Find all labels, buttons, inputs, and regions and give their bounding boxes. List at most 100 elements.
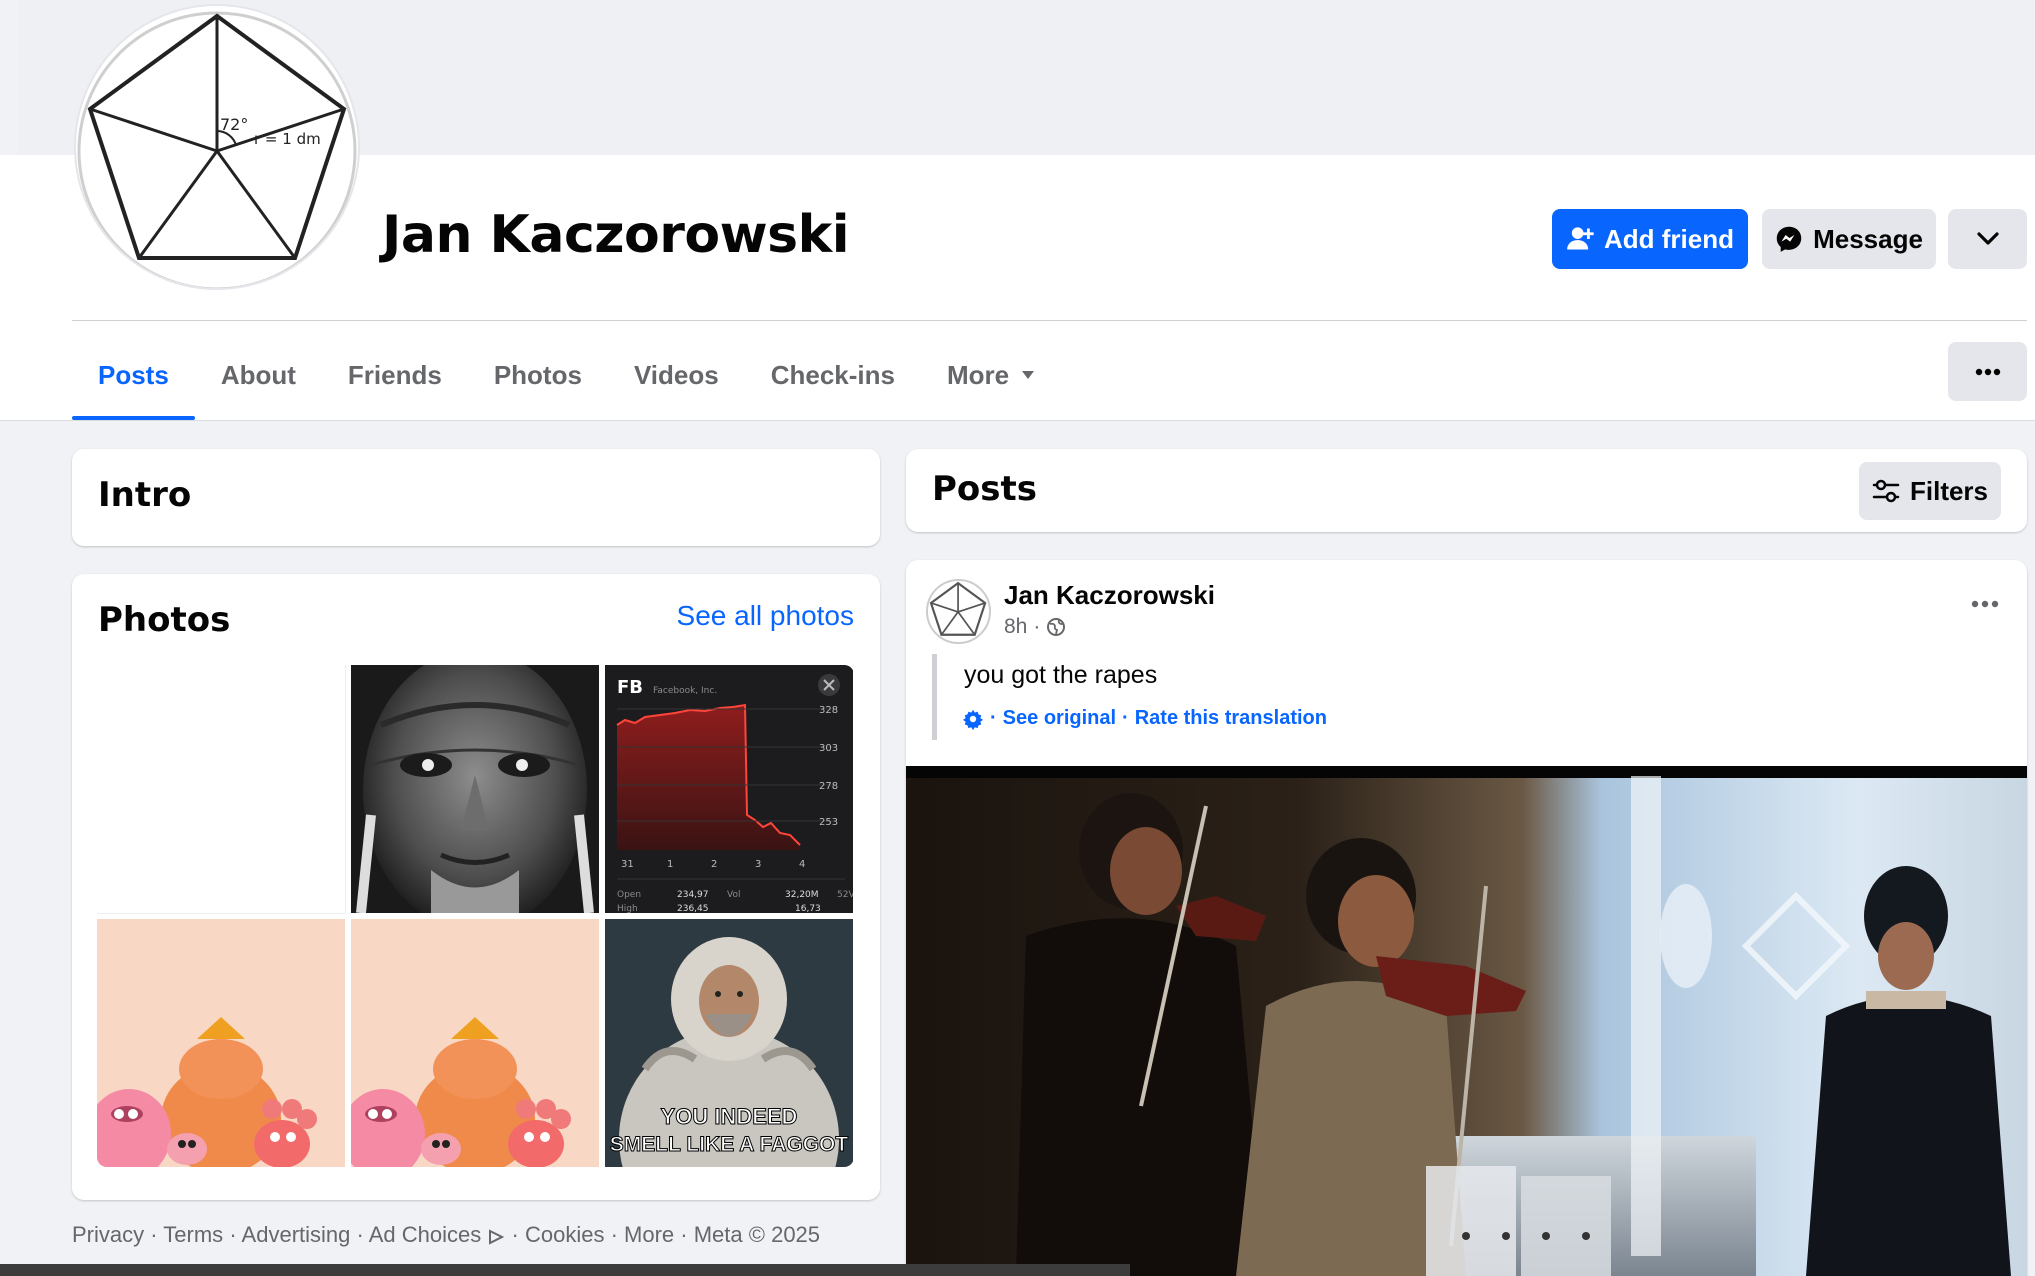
stock-extra: 52V [837, 890, 853, 900]
gear-icon [962, 709, 984, 730]
y-tick: 253 [819, 817, 838, 828]
add-friend-label: Add friend [1604, 223, 1734, 254]
add-person-icon [1567, 227, 1594, 250]
x-tick: 1 [667, 859, 673, 870]
rate-translation-link[interactable]: Rate this translation [1135, 707, 1327, 730]
footer-more-link[interactable]: More [624, 1222, 674, 1247]
chevron-down-icon [1976, 232, 1999, 245]
filter-sliders-icon [1872, 479, 1900, 503]
post-video[interactable] [906, 766, 2027, 1276]
stock-chart-image: FB Facebook, Inc. 328 303 278 253 31 1 2… [605, 665, 853, 913]
stock-extra2: 16,73 [795, 904, 821, 913]
footer-copyright: Meta © 2025 [693, 1222, 821, 1247]
post-author-name[interactable]: Jan Kaczorowski [1004, 580, 1215, 611]
footer-cookies-link[interactable]: Cookies [525, 1222, 604, 1247]
footer-terms-link[interactable]: Terms [163, 1222, 223, 1247]
tab-posts[interactable]: Posts [72, 330, 195, 420]
tab-label: More [946, 359, 1010, 390]
photos-title: Photos [98, 600, 231, 640]
meme-caption-line1: YOU INDEED [661, 1104, 798, 1129]
footer-privacy-link[interactable]: Privacy [72, 1222, 144, 1247]
x-tick: 4 [799, 859, 805, 870]
tab-photos[interactable]: Photos [468, 330, 608, 420]
message-label: Message [1813, 223, 1923, 254]
ellipsis-icon [1975, 368, 2000, 375]
tab-videos[interactable]: Videos [608, 330, 745, 420]
stock-high-value: 236,45 [677, 904, 709, 913]
clay-characters-image [97, 919, 345, 1167]
intro-card: Intro [72, 449, 880, 546]
tab-check-ins[interactable]: Check-ins [745, 330, 921, 420]
posts-header-card: Posts Filters [906, 449, 2027, 532]
violinists-video-frame [906, 766, 2027, 1276]
y-tick: 278 [819, 781, 838, 792]
footer-sep: · [610, 1222, 618, 1247]
photo-grid: FB Facebook, Inc. 328 303 278 253 31 1 2… [97, 665, 854, 1167]
meme-caption-line2: SMELL LIKE A FAGGOT [610, 1133, 849, 1156]
ad-choices-icon [489, 1229, 505, 1245]
tab-label: Check-ins [770, 359, 895, 390]
mummy-face-image [351, 665, 599, 913]
clay-characters-image [351, 919, 599, 1167]
footer-sep: · [356, 1222, 364, 1247]
photo-thumbnail-clay-2[interactable] [351, 919, 599, 1167]
x-tick: 31 [621, 859, 634, 870]
y-tick: 303 [819, 743, 838, 754]
tab-more[interactable]: More [921, 330, 1061, 420]
tab-friends[interactable]: Friends [322, 330, 468, 420]
profile-name: Jan Kaczorowski [382, 205, 850, 265]
post-options-button[interactable] [1963, 582, 2007, 626]
profile-more-options-button[interactable] [1948, 342, 2027, 401]
pentagon-drawing: 72° r = 1 dm [77, 11, 357, 288]
filters-button[interactable]: Filters [1859, 462, 2001, 520]
footer-ad-choices-link[interactable]: Ad Choices [369, 1222, 482, 1247]
globe-icon[interactable] [1046, 617, 1066, 637]
photo-thumbnail-meme[interactable]: YOU INDEED SMELL LIKE A FAGGOT [605, 919, 853, 1167]
pentagon-avatar-icon [929, 581, 987, 636]
angle-label: 72° [220, 115, 248, 134]
caret-down-icon [1022, 371, 1035, 379]
footer-sep: · [511, 1222, 519, 1247]
footer-links: Privacy · Terms · Advertising · Ad Choic… [72, 1222, 820, 1248]
stock-ticker: FB [617, 677, 643, 698]
radius-label: r = 1 dm [254, 130, 321, 148]
footer-sep: · [680, 1222, 688, 1247]
add-friend-button[interactable]: Add friend [1552, 209, 1748, 269]
stock-company: Facebook, Inc. [653, 686, 717, 696]
translation-quote-bar [932, 654, 937, 740]
footer-sep: · [150, 1222, 158, 1247]
photo-thumbnail-mummy[interactable] [351, 665, 599, 913]
tab-label: Posts [98, 359, 169, 390]
posts-title: Posts [932, 469, 1038, 509]
translation-sep: · [990, 707, 997, 729]
header-divider [72, 320, 2027, 321]
post-author-avatar[interactable] [926, 579, 991, 644]
profile-avatar[interactable]: 72° r = 1 dm [74, 4, 360, 290]
photo-thumbnail-clay-1[interactable] [97, 919, 345, 1167]
translation-sep: · [1122, 707, 1129, 729]
stock-open-label: Open [617, 890, 641, 900]
stock-open-value: 234,97 [677, 890, 709, 900]
tab-label: Friends [347, 359, 442, 390]
fur-coat-meme-image: YOU INDEED SMELL LIKE A FAGGOT [605, 919, 853, 1167]
see-all-photos-link[interactable]: See all photos [677, 600, 854, 632]
meta-sep: · [1033, 615, 1041, 638]
post-timestamp[interactable]: 8h [1004, 615, 1027, 639]
status-url-bar [0, 1264, 1130, 1276]
header-bottom-border [0, 420, 2035, 421]
photo-thumbnail-blank[interactable] [97, 665, 346, 914]
footer-advertising-link[interactable]: Advertising [242, 1222, 351, 1247]
stock-high-label: High [617, 904, 638, 913]
messenger-icon [1776, 226, 1802, 252]
profile-tabs: Posts About Friends Photos Videos Check-… [72, 330, 1061, 420]
see-original-link[interactable]: See original [1003, 707, 1116, 730]
x-tick: 2 [711, 859, 717, 870]
profile-options-dropdown[interactable] [1948, 209, 2027, 269]
photo-thumbnail-stock-chart[interactable]: FB Facebook, Inc. 328 303 278 253 31 1 2… [605, 665, 853, 913]
message-button[interactable]: Message [1762, 209, 1936, 269]
photos-card: Photos See all photos FB Facebook, Inc. … [72, 574, 880, 1200]
intro-title: Intro [98, 475, 192, 515]
tab-about[interactable]: About [195, 330, 322, 420]
translation-row: · See original · Rate this translation [962, 707, 1327, 730]
stock-vol-label: Vol [727, 890, 740, 900]
